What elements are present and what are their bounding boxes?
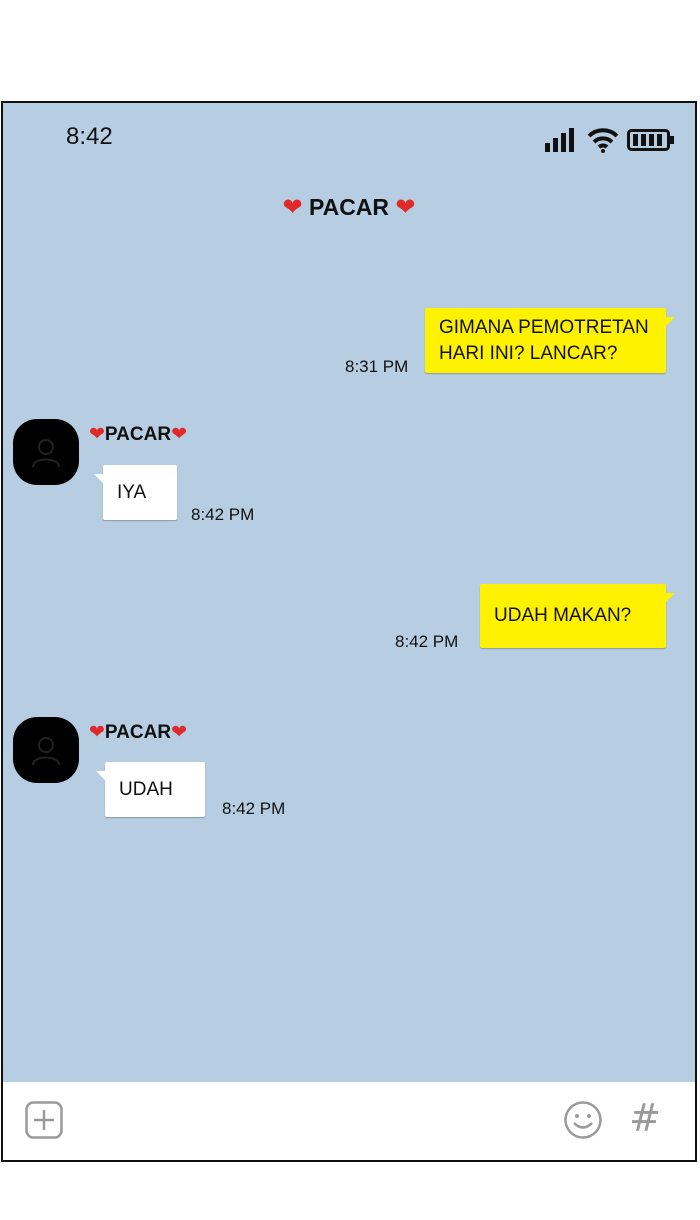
heart-icon: ❤ (89, 721, 105, 743)
message-text-line: HARI INI? LANCAR? (439, 342, 618, 364)
heart-icon: ❤ (89, 423, 105, 445)
message-time: 8:42 PM (395, 632, 459, 651)
sender-name: ❤PACAR❤ (89, 721, 187, 744)
message-text: UDAH (119, 778, 173, 800)
outgoing-message-bubble[interactable]: UDAH MAKAN? (480, 584, 675, 648)
heart-icon: ❤ (171, 721, 187, 743)
message-text-line: UDAH MAKAN? (494, 605, 632, 626)
outgoing-message-bubble[interactable]: GIMANA PEMOTRETAN HARI INI? LANCAR? (425, 308, 675, 373)
sender-name-text: PACAR (104, 424, 172, 445)
wifi-icon (587, 128, 619, 153)
plus-square-icon[interactable] (25, 1101, 63, 1139)
message-time: 8:31 PM (345, 357, 409, 376)
status-time: 8:42 (66, 123, 113, 150)
incoming-message-bubble[interactable]: UDAH (96, 762, 205, 817)
message-time: 8:42 PM (222, 799, 286, 818)
heart-icon: ❤ (171, 423, 187, 445)
hashtag-button[interactable]: # (629, 1096, 661, 1140)
heart-icon: ❤ (395, 193, 416, 221)
message-text-line: GIMANA PEMOTRETAN (439, 316, 649, 338)
heart-icon: ❤ (282, 193, 303, 221)
contact-avatar[interactable] (13, 419, 79, 485)
battery-icon (627, 129, 674, 151)
message-input-bar: # (3, 1082, 695, 1160)
status-icons (545, 125, 675, 155)
message-text: IYA (117, 481, 147, 503)
sender-name: ❤PACAR❤ (89, 423, 187, 446)
contact-avatar[interactable] (13, 717, 79, 783)
chat-title: ❤ PACAR ❤ (3, 193, 695, 221)
signal-bars-icon (545, 128, 574, 152)
phone-screen: 8:42 ❤ PACAR ❤ 8:31 PM GIMANA PEMOTRETAN… (1, 101, 697, 1162)
smiley-icon[interactable] (563, 1100, 603, 1140)
message-time: 8:42 PM (191, 505, 255, 524)
incoming-message-bubble[interactable]: IYA (94, 465, 177, 520)
chat-title-text: PACAR (308, 194, 390, 220)
person-icon (32, 737, 60, 766)
person-icon (32, 439, 60, 468)
sender-name-text: PACAR (104, 722, 172, 743)
